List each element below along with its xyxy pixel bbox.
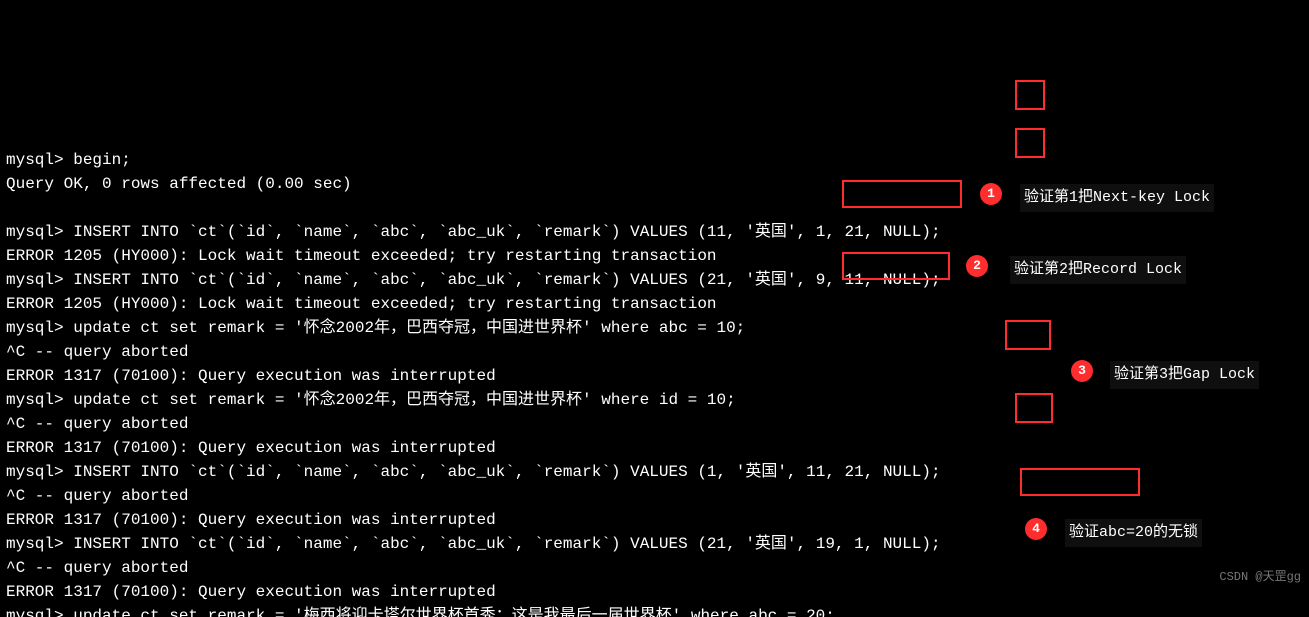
line: mysql> INSERT INTO `ct`(`id`, `name`, `a… xyxy=(6,223,941,241)
annotation-2: 验证第2把Record Lock xyxy=(1010,256,1186,284)
badge-2: 2 xyxy=(966,255,988,277)
highlight-box-value-1 xyxy=(1015,80,1045,110)
badge-3: 3 xyxy=(1071,360,1093,382)
line: ERROR 1317 (70100): Query execution was … xyxy=(6,511,496,529)
line: mysql> INSERT INTO `ct`(`id`, `name`, `a… xyxy=(6,463,941,481)
line: mysql> INSERT INTO `ct`(`id`, `name`, `a… xyxy=(6,271,941,289)
line: ^C -- query aborted xyxy=(6,343,188,361)
watermark: CSDN @天罡gg xyxy=(1219,565,1301,589)
line: mysql> update ct set remark = '怀念2002年，巴… xyxy=(6,319,745,337)
badge-4: 4 xyxy=(1025,518,1047,540)
line: ERROR 1205 (HY000): Lock wait timeout ex… xyxy=(6,247,717,265)
line: mysql> begin; xyxy=(6,151,131,169)
annotation-1: 验证第1把Next-key Lock xyxy=(1020,184,1214,212)
annotation-3: 验证第3把Gap Lock xyxy=(1110,361,1259,389)
line: ^C -- query aborted xyxy=(6,415,188,433)
line: ERROR 1317 (70100): Query execution was … xyxy=(6,367,496,385)
line: ^C -- query aborted xyxy=(6,559,188,577)
line: Query OK, 0 rows affected (0.00 sec) xyxy=(6,175,352,193)
line: ERROR 1317 (70100): Query execution was … xyxy=(6,439,496,457)
badge-1: 1 xyxy=(980,183,1002,205)
line: ERROR 1205 (HY000): Lock wait timeout ex… xyxy=(6,295,717,313)
annotation-4: 验证abc=20的无锁 xyxy=(1065,519,1202,547)
line: ^C -- query aborted xyxy=(6,487,188,505)
line: ERROR 1317 (70100): Query execution was … xyxy=(6,583,496,601)
line: mysql> update ct set remark = '怀念2002年，巴… xyxy=(6,391,736,409)
line: mysql> update ct set remark = '梅西将迎卡塔尔世界… xyxy=(6,607,835,617)
line: mysql> INSERT INTO `ct`(`id`, `name`, `a… xyxy=(6,535,941,553)
